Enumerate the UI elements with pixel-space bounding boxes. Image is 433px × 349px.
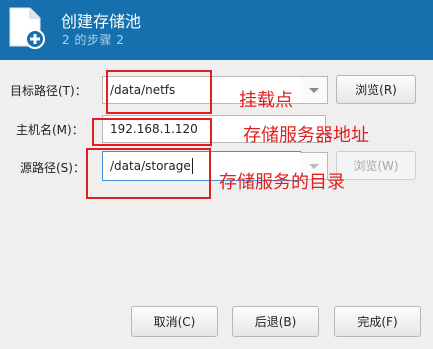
cancel-button[interactable]: 取消(C) [131, 306, 218, 337]
back-button[interactable]: 后退(B) [232, 306, 319, 337]
annotation-mount-point: 挂载点 [239, 90, 293, 111]
dialog-title: 创建存储池 [61, 12, 142, 31]
finish-button[interactable]: 完成(F) [334, 306, 421, 337]
annotation-box-host-name [92, 118, 212, 146]
new-storage-pool-icon [9, 7, 45, 49]
browse-source-button[interactable]: 浏览(W) [336, 151, 416, 180]
annotation-storage-server-address: 存储服务器地址 [243, 125, 369, 146]
browse-target-button[interactable]: 浏览(R) [336, 75, 416, 104]
dialog-header: 创建存储池 2 的步骤 2 [0, 0, 433, 60]
source-path-label: 源路径(S)： [20, 161, 85, 175]
step-indicator: 2 的步骤 2 [62, 33, 125, 47]
target-path-label: 目标路径(T)： [10, 84, 87, 98]
host-name-label: 主机名(M)： [16, 123, 84, 137]
target-path-dropdown[interactable] [300, 76, 328, 104]
annotation-box-target-path [106, 70, 212, 114]
annotation-storage-service-directory: 存储服务的目录 [219, 172, 345, 193]
chevron-down-icon [308, 87, 319, 93]
annotation-box-source-path [86, 148, 211, 199]
